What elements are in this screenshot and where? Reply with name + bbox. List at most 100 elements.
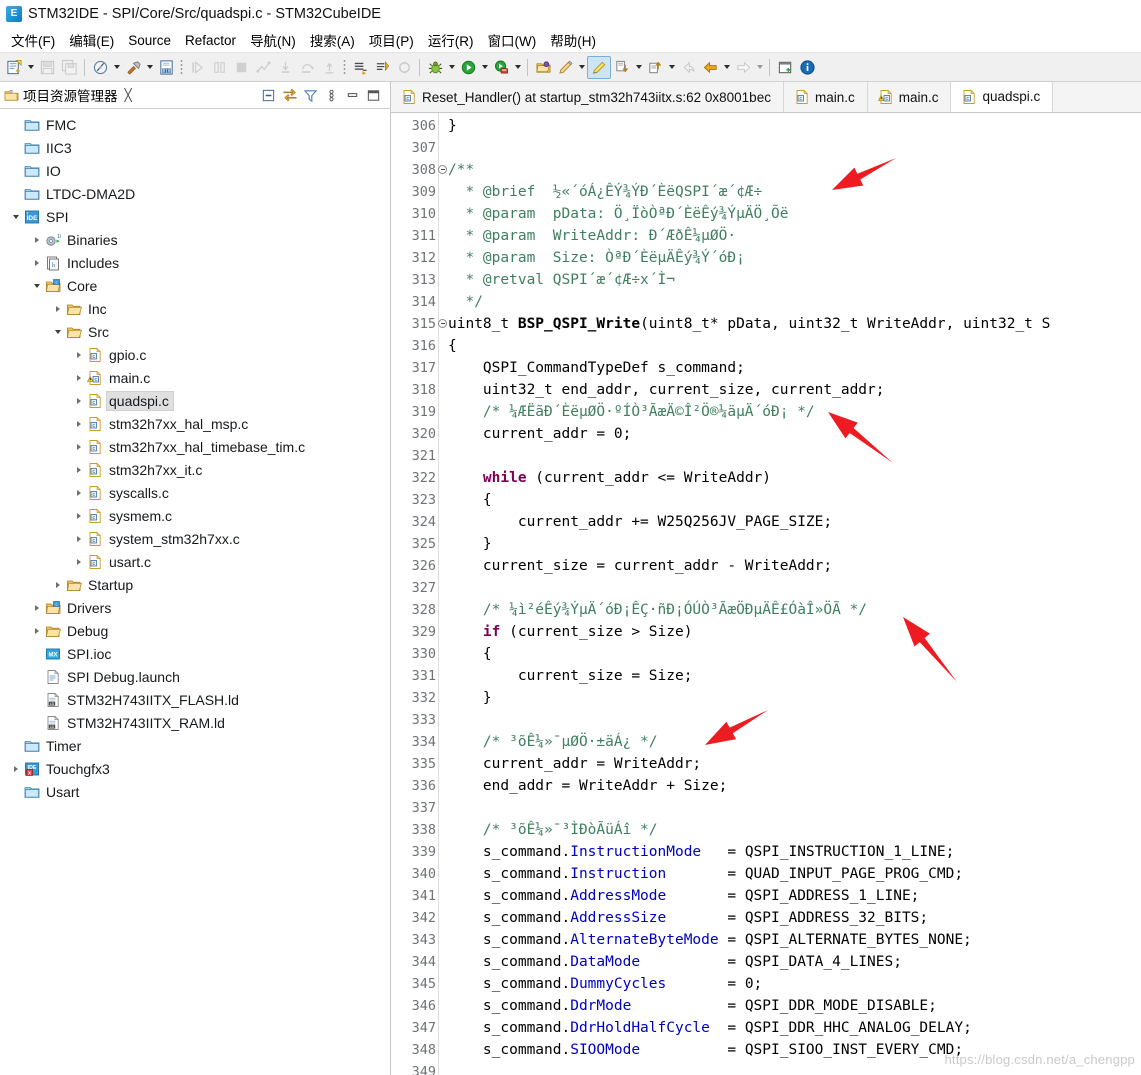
chevron-down-icon[interactable] [576,56,587,78]
code-line[interactable] [448,709,1141,731]
chevron-right-icon[interactable] [71,343,86,366]
instruction-stepping-icon[interactable] [349,56,371,78]
tree-item-src[interactable]: Src [0,320,390,343]
search-pencil-icon[interactable] [554,56,576,78]
view-menu-icon[interactable] [323,87,340,104]
code-line[interactable]: /* ³õÊ¼»¯µØÖ·±äÁ¿ */ [448,731,1141,753]
chevron-down-icon[interactable] [50,320,65,343]
code-line[interactable] [448,137,1141,159]
code-line[interactable]: } [448,687,1141,709]
link-with-editor-icon[interactable] [281,87,298,104]
tree-item-spi[interactable]: IDE SPI [0,205,390,228]
code-line[interactable]: QSPI_CommandTypeDef s_command; [448,357,1141,379]
code-line[interactable]: current_addr += W25Q256JV_PAGE_SIZE; [448,511,1141,533]
run-last-tool-icon[interactable] [490,56,512,78]
code-line[interactable]: current_addr = 0; [448,423,1141,445]
code-line[interactable]: s_command.AddressSize = QSPI_ADDRESS_32_… [448,907,1141,929]
close-icon[interactable]: ╳ [125,88,132,102]
code-line[interactable]: s_command.DdrHoldHalfCycle = QSPI_DDR_HH… [448,1017,1141,1039]
editor-tab-0[interactable]: c Reset_Handler() at startup_stm32h743iit… [391,82,784,112]
debug-bug-icon[interactable] [424,56,446,78]
tree-item-drivers[interactable]: c Drivers [0,596,390,619]
minimize-icon[interactable] [344,87,361,104]
code-line[interactable]: end_addr = WriteAddr + Size; [448,775,1141,797]
drop-to-frame-icon[interactable] [371,56,393,78]
chevron-right-icon[interactable] [71,458,86,481]
chevron-down-icon[interactable] [111,56,122,78]
code-line[interactable]: } [448,115,1141,137]
tree-item-spi-debug-launch[interactable]: SPI Debug.launch [0,665,390,688]
chevron-right-icon[interactable] [29,596,44,619]
code-line[interactable]: if (current_size > Size) [448,621,1141,643]
tree-item-includes[interactable]: h Includes [0,251,390,274]
editor-tab-3[interactable]: c quadspi.c [951,82,1054,112]
menu-item-7[interactable]: 运行(R) [421,28,481,52]
chevron-right-icon[interactable] [29,619,44,642]
menu-item-6[interactable]: 项目(P) [362,28,421,52]
code-line[interactable]: * @param WriteAddr: Ð´ÆðÊ¼µØÖ· [448,225,1141,247]
open-type-icon[interactable] [532,56,554,78]
project-explorer-tab[interactable]: 项目资源管理器 ╳ [4,85,132,105]
next-annotation-icon[interactable] [611,56,633,78]
menu-item-1[interactable]: 编辑(E) [62,28,121,52]
chevron-right-icon[interactable] [71,527,86,550]
code-line[interactable]: current_addr = WriteAddr; [448,753,1141,775]
source-editor[interactable]: 306 307 308 309 310 311 312 313 314 315 316 317 318 3… [391,113,1141,1075]
code-line[interactable]: s_command.AddressMode = QSPI_ADDRESS_1_L… [448,885,1141,907]
code-text[interactable]: } /** * @brief ½«´óÁ¿ÊÝ¾ÝÐ´ÈëQSPI´æ´¢Æ÷ … [439,113,1141,1075]
tree-item-sysmem-c[interactable]: c sysmem.c [0,504,390,527]
tree-item-main-c[interactable]: c main.c [0,366,390,389]
tree-item-usart[interactable]: Usart [0,780,390,803]
chevron-right-icon[interactable] [8,757,23,780]
run-icon[interactable] [457,56,479,78]
collapse-all-icon[interactable] [260,87,277,104]
code-line[interactable]: * @param Size: ÒªÐ´ÈëµÄÊý¾Ý´óÐ¡ [448,247,1141,269]
chevron-down-icon[interactable] [25,56,36,78]
chevron-right-icon[interactable] [50,573,65,596]
project-tree[interactable]: FMC IIC3 IO LTDC-DMA2D IDE SPI 10 Binaries h Incl… [0,109,390,1075]
menu-item-3[interactable]: Refactor [178,31,243,50]
code-line[interactable]: /* ¼ÆËãÐ´ÈëµØÖ·ºÍÒ³ÃæÄ©Î²Ö®¼äµÄ´óÐ¡ */ [448,401,1141,423]
code-line[interactable]: { [448,489,1141,511]
code-line[interactable]: { [448,335,1141,357]
chevron-right-icon[interactable] [71,366,86,389]
menu-item-4[interactable]: 导航(N) [243,28,303,52]
tree-item-stm32h7xx-it-c[interactable]: c stm32h7xx_it.c [0,458,390,481]
menu-item-5[interactable]: 搜索(A) [303,28,362,52]
code-line[interactable]: s_command.SIOOMode = QSPI_SIOO_INST_EVER… [448,1039,1141,1061]
code-line[interactable]: s_command.DummyCycles = 0; [448,973,1141,995]
fold-collapse-icon[interactable] [438,319,447,328]
tree-item-system-stm32h7xx-c[interactable]: c system_stm32h7xx.c [0,527,390,550]
filter-icon[interactable] [302,87,319,104]
information-icon[interactable] [796,56,818,78]
code-line[interactable]: s_command.DataMode = QSPI_DATA_4_LINES; [448,951,1141,973]
fold-collapse-icon[interactable] [438,165,447,174]
build-all-icon[interactable] [89,56,111,78]
code-line[interactable]: * @brief ½«´óÁ¿ÊÝ¾ÝÐ´ÈëQSPI´æ´¢Æ÷ [448,181,1141,203]
code-line[interactable]: s_command.InstructionMode = QSPI_INSTRUC… [448,841,1141,863]
chevron-right-icon[interactable] [71,550,86,573]
code-line[interactable] [448,577,1141,599]
code-line[interactable]: while (current_addr <= WriteAddr) [448,467,1141,489]
back-icon[interactable] [699,56,721,78]
build-hammer-icon[interactable] [122,56,144,78]
chevron-right-icon[interactable] [71,412,86,435]
chevron-down-icon[interactable] [8,205,23,228]
chevron-right-icon[interactable] [71,481,86,504]
tree-item-iic3[interactable]: IIC3 [0,136,390,159]
chevron-down-icon[interactable] [666,56,677,78]
previous-annotation-icon[interactable] [644,56,666,78]
tree-item-stm32h7xx-hal-msp-c[interactable]: c stm32h7xx_hal_msp.c [0,412,390,435]
menu-item-0[interactable]: 文件(F) [4,28,62,52]
menu-item-9[interactable]: 帮助(H) [543,28,603,52]
chevron-right-icon[interactable] [71,435,86,458]
tree-item-quadspi-c[interactable]: c quadspi.c [0,389,390,412]
chevron-down-icon[interactable] [479,56,490,78]
tree-item-stm32h743iitx-flash-ld[interactable]: LD STM32H743IITX_FLASH.ld [0,688,390,711]
tree-item-ltdc-dma2d[interactable]: LTDC-DMA2D [0,182,390,205]
code-line[interactable]: } [448,533,1141,555]
tree-item-syscalls-c[interactable]: c syscalls.c [0,481,390,504]
code-line[interactable]: * @retval QSPI´æ´¢Æ÷x´Ì¬ [448,269,1141,291]
tree-item-io[interactable]: IO [0,159,390,182]
code-line[interactable] [448,1061,1141,1075]
